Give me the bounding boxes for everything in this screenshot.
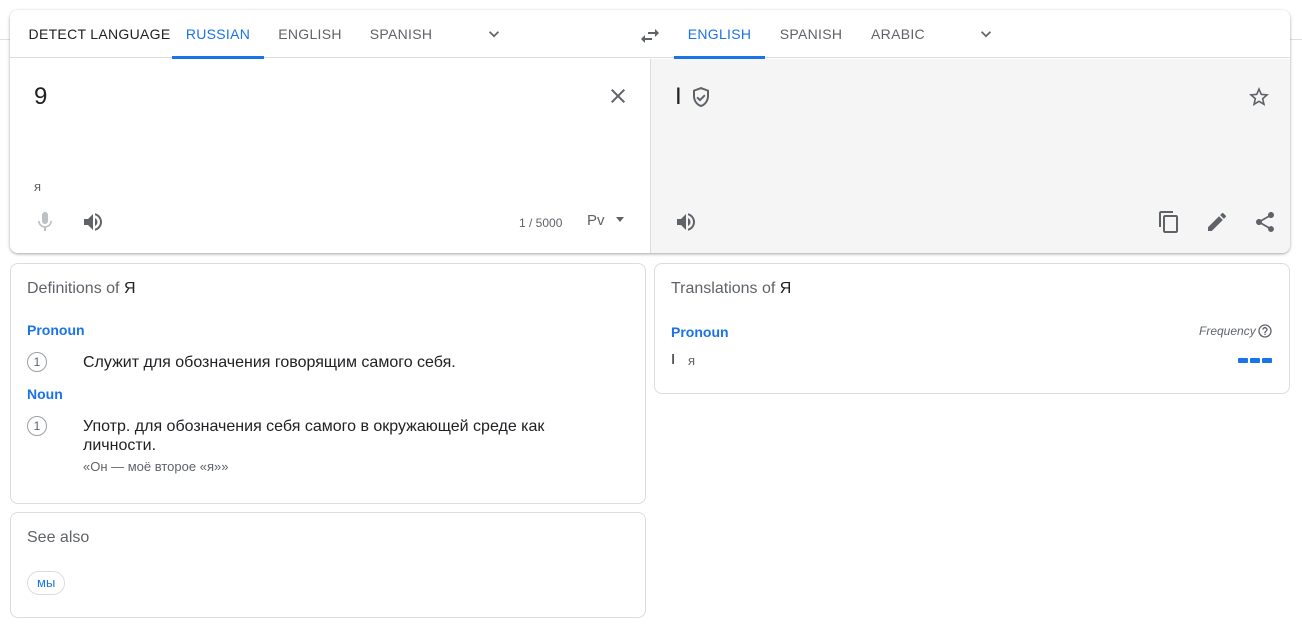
frequency-bar: [1262, 358, 1272, 363]
definitions-word: Я: [123, 280, 136, 297]
copy-icon[interactable]: [1157, 210, 1181, 234]
microphone-icon[interactable]: [33, 210, 57, 234]
definitions-card: Definitions of Я Pronoun 1 Служит для об…: [10, 263, 646, 504]
see-also-card: See also мы: [10, 512, 646, 618]
character-counter: 1 / 5000: [519, 216, 563, 230]
translations-word: Я: [779, 280, 792, 297]
source-transliteration: я: [34, 179, 42, 194]
source-text-input[interactable]: 9: [34, 83, 47, 111]
pos-label-pronoun: Pronoun: [27, 322, 85, 338]
tab-source-russian[interactable]: RUSSIAN: [172, 10, 264, 59]
definition-number: 1: [27, 416, 47, 436]
translator-panel: DETECT LANGUAGE RUSSIAN ENGLISH SPANISH …: [10, 10, 1290, 253]
share-icon[interactable]: [1253, 210, 1277, 234]
definitions-title: Definitions of Я: [27, 280, 136, 297]
translation-output: I: [675, 83, 682, 110]
edit-icon[interactable]: [1205, 210, 1229, 234]
target-pane: I: [650, 59, 1290, 253]
translation-pos-label: Pronoun: [671, 324, 729, 340]
keyboard-icon[interactable]: Рv: [587, 212, 605, 229]
translations-card: Translations of Я Pronoun Frequency I я: [654, 263, 1290, 394]
star-icon[interactable]: [1247, 85, 1271, 109]
frequency-bar: [1250, 358, 1260, 363]
definition-number: 1: [27, 352, 47, 372]
tab-detect-language[interactable]: DETECT LANGUAGE: [26, 10, 173, 58]
speaker-icon[interactable]: [81, 210, 105, 234]
see-also-title: See also: [27, 529, 90, 546]
translations-title: Translations of Я: [671, 280, 792, 297]
verified-shield-icon[interactable]: [689, 85, 713, 109]
frequency-bar: [1238, 358, 1248, 363]
definition-example: «Он — моё второе «я»»: [83, 459, 229, 474]
help-icon[interactable]: [1257, 323, 1273, 339]
swap-arrows-icon[interactable]: [638, 24, 662, 48]
chevron-down-icon[interactable]: [976, 24, 996, 44]
back-translation: я: [688, 353, 696, 368]
chevron-down-icon[interactable]: [484, 24, 504, 44]
translation-word[interactable]: I: [671, 351, 675, 368]
keyboard-dropdown-caret[interactable]: [616, 217, 624, 222]
pos-label-noun: Noun: [27, 386, 63, 402]
language-bar: DETECT LANGUAGE RUSSIAN ENGLISH SPANISH …: [10, 10, 1290, 59]
definition-text: Употр. для обозначения себя самого в окр…: [83, 418, 545, 454]
see-also-chip[interactable]: мы: [27, 571, 66, 595]
source-pane: 9 я 1 / 5000 Рv: [10, 59, 650, 253]
close-icon[interactable]: [606, 84, 630, 108]
tab-target-spanish[interactable]: SPANISH: [765, 10, 857, 58]
definition-text: Служит для обозначения говорящим самого …: [83, 354, 456, 371]
tab-target-arabic[interactable]: ARABIC: [857, 10, 939, 58]
frequency-label: Frequency: [1199, 324, 1256, 338]
tab-source-spanish[interactable]: SPANISH: [356, 10, 446, 58]
speaker-icon[interactable]: [674, 210, 698, 234]
tab-target-english[interactable]: ENGLISH: [674, 10, 765, 59]
tab-source-english[interactable]: ENGLISH: [264, 10, 356, 58]
